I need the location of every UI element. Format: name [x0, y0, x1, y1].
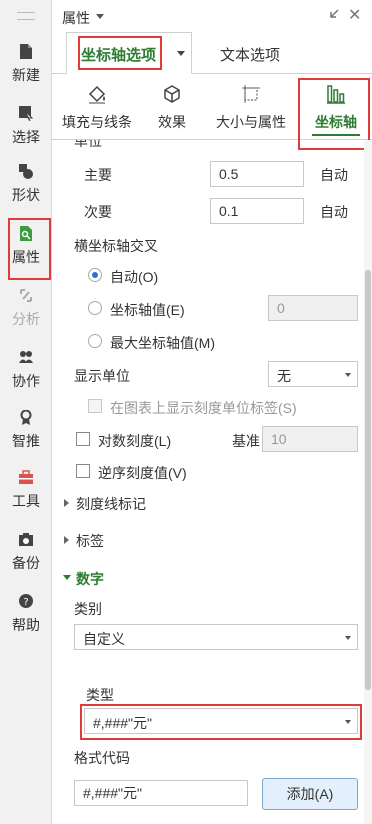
rail-item-help[interactable]: ? 帮助 [2, 594, 50, 648]
radio-cross-axis-value[interactable] [88, 301, 102, 315]
tab-size-props[interactable]: 大小与属性 [208, 74, 294, 140]
rail-label: 工具 [12, 493, 40, 509]
checkbox-log-scale[interactable] [76, 432, 90, 446]
format-code-label: 格式代码 [74, 750, 130, 766]
checkbox-reverse[interactable] [76, 464, 90, 478]
toolbox-icon [19, 470, 33, 485]
radio-cross-auto-label[interactable]: 自动(O) [110, 267, 158, 287]
collapse-icon[interactable] [326, 8, 340, 22]
major-unit-label: 主要 [84, 167, 112, 183]
rail-item-shape[interactable]: 形状 [2, 164, 50, 218]
category-value: 自定义 [83, 631, 125, 647]
scrollbar[interactable] [364, 140, 372, 824]
display-unit-value: 无 [277, 368, 291, 384]
rail-item-recommend[interactable]: 智推 [2, 409, 50, 464]
highlight-box-property [8, 218, 51, 280]
radio-cross-max-label[interactable]: 最大坐标轴值(M) [110, 333, 215, 353]
major-unit-auto[interactable]: 自动 [320, 165, 348, 185]
axis-options-content: 单位 主要 自动 次要 自动 横坐标轴交叉 自动(O) 坐标轴值(E) 最大坐标… [52, 140, 364, 824]
rail-label: 帮助 [12, 617, 40, 633]
size-frame-icon [241, 84, 261, 104]
chevron-down-icon[interactable] [96, 14, 104, 19]
rail-item-analyze: 分析 [2, 288, 50, 342]
checkbox-show-unit-label [88, 399, 102, 413]
minor-unit-input[interactable] [210, 198, 304, 224]
help-icon: ? [19, 594, 33, 609]
drag-grip[interactable] [17, 12, 35, 20]
collapse-arrow-icon[interactable] [63, 575, 71, 580]
labels-section[interactable]: 标签 [76, 531, 104, 551]
log-base-input [262, 426, 358, 452]
analyze-icon [19, 288, 33, 303]
highlight-box-type [80, 704, 362, 740]
chevron-down-icon[interactable] [177, 51, 185, 56]
fill-bucket-icon [87, 84, 107, 104]
backup-icon [19, 532, 33, 547]
tick-marks-section[interactable]: 刻度线标记 [76, 494, 146, 514]
log-base-label: 基准 [232, 433, 260, 449]
collab-icon [19, 350, 33, 365]
tab-size-props-label: 大小与属性 [216, 114, 286, 130]
rail-label: 形状 [12, 187, 40, 203]
category-select[interactable]: 自定义 [74, 624, 358, 650]
reverse-label[interactable]: 逆序刻度值(V) [98, 463, 187, 483]
rail-item-backup[interactable]: 备份 [2, 532, 50, 586]
type-label: 类型 [86, 687, 114, 703]
tab-fill-line-label: 填充与线条 [62, 114, 132, 130]
rail-label: 新建 [12, 67, 40, 83]
shape-icon [19, 164, 33, 179]
rail-label: 智推 [12, 433, 40, 449]
highlight-box-axis-options [78, 36, 162, 70]
cube-icon [162, 84, 182, 104]
recommend-icon [19, 409, 33, 425]
expand-arrow-icon[interactable] [64, 499, 69, 507]
add-button[interactable]: 添加(A) [262, 778, 358, 810]
chevron-down-icon [345, 636, 351, 640]
chevron-down-icon [345, 373, 351, 377]
major-unit-input[interactable] [210, 161, 304, 187]
rail-label: 选择 [12, 129, 40, 145]
display-unit-label: 显示单位 [74, 368, 130, 384]
expand-arrow-icon[interactable] [64, 536, 69, 544]
new-doc-icon [19, 44, 33, 59]
tab-fill-line[interactable]: 填充与线条 [56, 74, 138, 140]
cross-title: 横坐标轴交叉 [74, 238, 158, 254]
rail-item-new[interactable]: 新建 [2, 44, 50, 98]
cross-axis-value-input [268, 295, 358, 321]
panel-titlebar: 属性 ✕ [52, 0, 372, 32]
rail-item-toolbox[interactable]: 工具 [2, 470, 50, 524]
rail-label: 协作 [12, 373, 40, 389]
panel-title[interactable]: 属性 [62, 8, 90, 28]
category-label: 类别 [74, 601, 102, 617]
rail-label: 备份 [12, 555, 40, 571]
units-header: 单位 [74, 140, 102, 149]
radio-cross-auto[interactable] [88, 268, 102, 282]
svg-text:?: ? [23, 597, 28, 608]
log-scale-label[interactable]: 对数刻度(L) [98, 431, 171, 451]
show-unit-label-text: 在图表上显示刻度单位标签(S) [110, 400, 297, 416]
tab-effects-label: 效果 [158, 114, 186, 130]
select-icon [19, 106, 34, 122]
rail-item-collab[interactable]: 协作 [2, 350, 50, 404]
left-rail: 新建 选择 形状 属性 分析 协作 智推 工具 备份 ? 帮助 [0, 0, 52, 824]
radio-cross-axis-value-label[interactable]: 坐标轴值(E) [110, 300, 185, 320]
minor-unit-auto[interactable]: 自动 [320, 202, 348, 222]
rail-label: 分析 [12, 311, 40, 327]
tab-text-options[interactable]: 文本选项 [220, 44, 280, 65]
close-icon[interactable]: ✕ [348, 5, 361, 25]
tab-effects[interactable]: 效果 [148, 74, 196, 140]
minor-unit-label: 次要 [84, 204, 112, 220]
display-unit-select[interactable]: 无 [268, 361, 358, 387]
radio-cross-max[interactable] [88, 334, 102, 348]
format-code-input[interactable] [74, 780, 248, 806]
scrollbar-thumb[interactable] [365, 270, 371, 690]
number-section[interactable]: 数字 [76, 569, 104, 589]
rail-item-select[interactable]: 选择 [2, 106, 50, 160]
